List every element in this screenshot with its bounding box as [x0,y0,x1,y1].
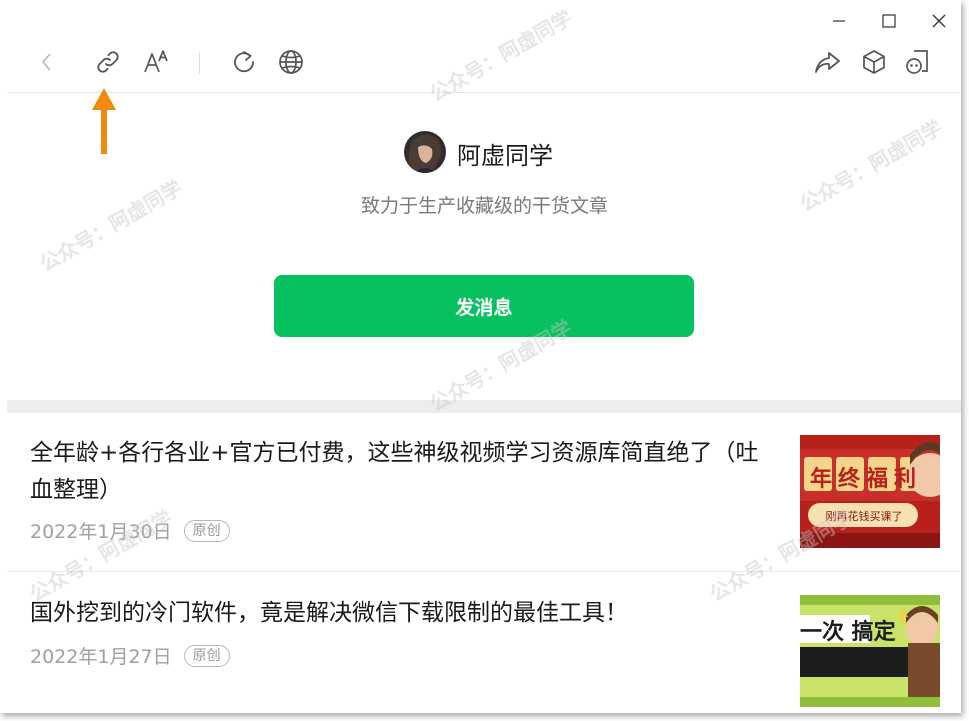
article-meta: 2022年1月27日 原创 [30,642,230,669]
font-size-icon [144,50,168,73]
copy-link-button[interactable] [91,44,125,80]
share-button[interactable] [810,44,844,80]
annotation-arrow-icon [92,88,116,154]
mini-program-button[interactable] [901,44,935,80]
back-button[interactable] [30,44,64,80]
maximize-button[interactable] [873,8,905,34]
account-description: 致力于生产收藏级的干货文章 [360,195,608,217]
send-message-button[interactable]: 发消息 [274,275,694,337]
link-icon [97,51,119,73]
toolbar-separator [199,52,200,74]
article-item[interactable]: 国外挖到的冷门软件，竟是解决微信下载限制的最佳工具！ 2022年1月27日 原创… [7,572,961,713]
share-icon [815,52,840,73]
cube-icon [863,50,885,74]
open-in-browser-button[interactable] [274,44,308,80]
font-size-button[interactable] [139,44,173,80]
original-badge: 原创 [183,519,230,542]
article-date: 2022年1月30日 [30,521,172,543]
toolbar-divider [7,92,961,93]
minimize-button[interactable] [823,8,855,34]
section-divider [7,400,961,413]
article-title: 国外挖到的冷门软件，竟是解决微信下载限制的最佳工具！ [30,600,628,626]
article-meta: 2022年1月30日 原创 [30,517,230,544]
back-icon [41,53,51,71]
refresh-button[interactable] [227,44,261,80]
article-item[interactable]: 全年龄+各行各业+官方已付费，这些神级视频学习资源库简直绝了（吐血整理） 202… [7,413,961,571]
article-thumbnail: 一次 搞定微信 [800,595,940,707]
thumbnail-caption: 年终福利 [809,467,922,492]
article-title: 全年龄+各行各业+官方已付费，这些神级视频学习资源库简直绝了（吐血整理） [30,440,759,503]
close-icon [932,14,946,28]
account-name: 阿虚同学 [457,142,553,170]
thumbnail-subcaption: 刚再花钱买课了 [825,510,903,523]
watermark: 公众号：阿虚同学 [35,175,187,277]
article-date: 2022年1月27日 [30,646,172,668]
mini-program-icon [906,50,928,74]
browser-window: 阿虚同学 致力于生产收藏级的干货文章 发消息 全年龄+各行各业+官方已付费，这些… [0,0,961,713]
globe-icon [279,50,303,74]
maximize-icon [882,14,896,28]
refresh-icon [234,51,254,73]
minimize-icon [833,20,845,22]
thumbnail-caption: 一次 搞定微信 [800,620,896,677]
close-button[interactable] [923,8,955,34]
original-badge: 原创 [183,644,230,667]
article-thumbnail: 年终福利 刚再花钱买课了 [800,435,940,548]
add-to-favorites-button[interactable] [857,44,891,80]
avatar[interactable] [404,131,446,173]
